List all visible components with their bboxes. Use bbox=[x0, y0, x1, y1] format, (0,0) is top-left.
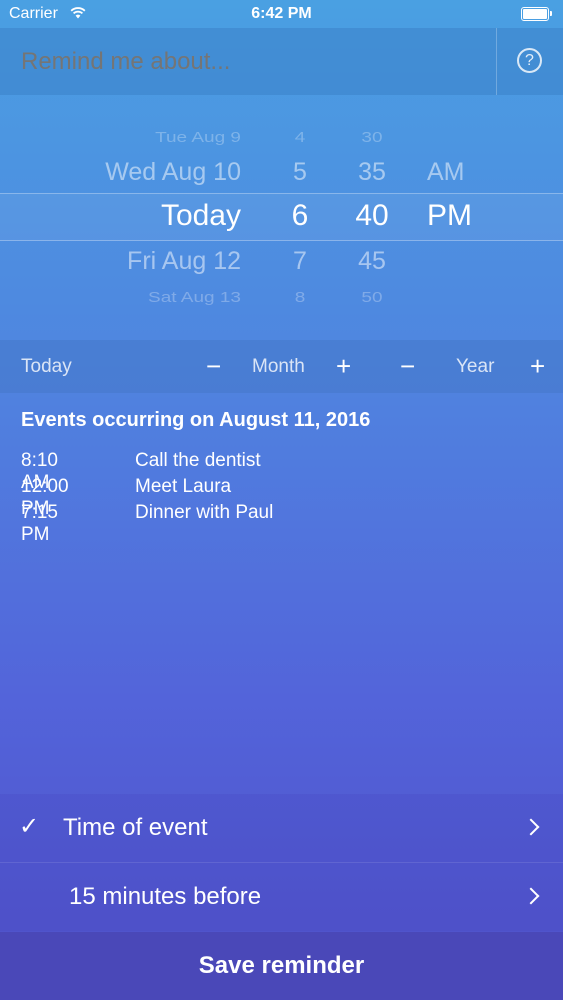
picker-hour-option[interactable]: 8 bbox=[270, 289, 330, 307]
picker-ampm-option[interactable]: AM bbox=[427, 158, 465, 187]
year-plus-button[interactable]: + bbox=[530, 351, 545, 382]
picker-hour-option[interactable]: 7 bbox=[270, 247, 330, 276]
month-label: Month bbox=[252, 356, 305, 377]
picker-hour-option[interactable]: 4 bbox=[270, 129, 330, 147]
date-navigation-bar: Today − Month + − Year + bbox=[0, 340, 563, 393]
today-button[interactable]: Today bbox=[21, 356, 72, 378]
status-bar: Carrier 6:42 PM bbox=[0, 0, 563, 28]
picker-hour-option[interactable]: 5 bbox=[270, 158, 330, 187]
header-divider bbox=[496, 28, 497, 95]
reminder-header: ? bbox=[0, 28, 563, 95]
picker-minute-option[interactable]: 30 bbox=[342, 129, 402, 147]
picker-minute-option[interactable]: 45 bbox=[342, 247, 402, 276]
event-time: 7:15 PM bbox=[21, 502, 58, 545]
picker-ampm-selected[interactable]: PM bbox=[427, 199, 472, 233]
picker-date-selected[interactable]: Today bbox=[161, 199, 241, 233]
event-name: Meet Laura bbox=[135, 476, 232, 497]
month-minus-button[interactable]: − bbox=[206, 351, 221, 382]
reminder-text-input[interactable] bbox=[21, 28, 481, 95]
battery-icon bbox=[521, 7, 552, 21]
picker-date-option[interactable]: Wed Aug 10 bbox=[105, 158, 241, 187]
chevron-right-icon bbox=[522, 818, 540, 836]
picker-date-option[interactable]: Fri Aug 12 bbox=[127, 247, 241, 276]
picker-minute-selected[interactable]: 40 bbox=[342, 199, 402, 233]
option-time-of-event[interactable]: ✓ Time of event bbox=[0, 794, 563, 863]
help-icon[interactable]: ? bbox=[517, 48, 542, 73]
checkmark-icon: ✓ bbox=[19, 813, 40, 840]
save-reminder-button[interactable]: Save reminder bbox=[0, 932, 563, 1000]
picker-date-option[interactable]: Sat Aug 13 bbox=[148, 289, 241, 307]
option-label: Time of event bbox=[63, 814, 208, 841]
picker-date-option[interactable]: Tue Aug 9 bbox=[155, 129, 241, 147]
picker-minute-option[interactable]: 50 bbox=[342, 289, 402, 307]
year-label: Year bbox=[456, 356, 495, 377]
status-time: 6:42 PM bbox=[251, 5, 312, 22]
month-plus-button[interactable]: + bbox=[336, 351, 351, 382]
event-name: Dinner with Paul bbox=[135, 502, 274, 523]
year-minus-button[interactable]: − bbox=[400, 351, 415, 382]
date-time-picker[interactable]: Tue Aug 9 Wed Aug 10 Today Fri Aug 12 Sa… bbox=[0, 95, 563, 340]
event-name: Call the dentist bbox=[135, 450, 261, 471]
picker-minute-option[interactable]: 35 bbox=[342, 158, 402, 187]
picker-hour-selected[interactable]: 6 bbox=[270, 199, 330, 233]
option-15-minutes-before[interactable]: 15 minutes before bbox=[0, 863, 563, 931]
events-title: Events occurring on August 11, 2016 bbox=[21, 409, 371, 431]
chevron-right-icon bbox=[522, 887, 540, 905]
option-label: 15 minutes before bbox=[69, 883, 262, 910]
